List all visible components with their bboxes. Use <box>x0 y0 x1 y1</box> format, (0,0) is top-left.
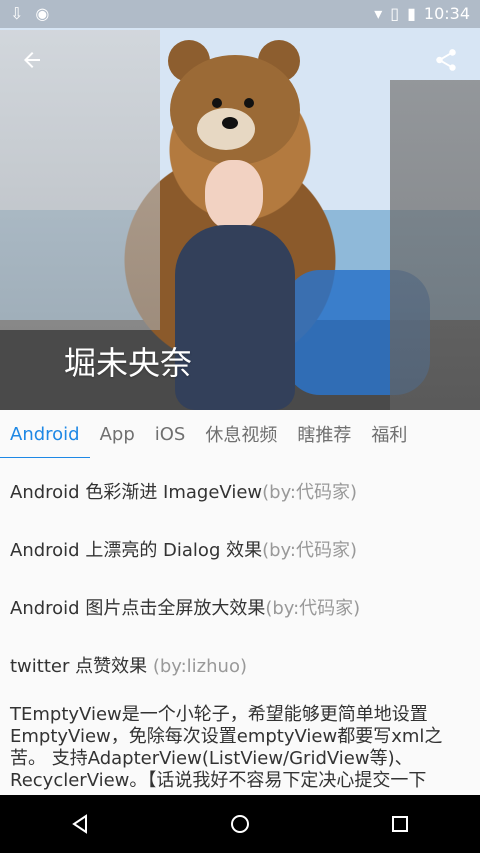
time: 10:34 <box>423 4 470 23</box>
list-item[interactable]: twitter 点赞效果 (by:lizhuo) <box>0 652 257 678</box>
no-sim-icon: ▯ <box>390 4 400 23</box>
list-item[interactable]: TEmptyView是一个小轮子，希望能够更简单地设置EmptyView，免除每… <box>0 704 480 792</box>
nav-home-button[interactable] <box>220 804 260 844</box>
share-icon <box>436 49 456 71</box>
tab-rest-video[interactable]: 休息视频 <box>195 410 287 458</box>
item-author: (by:lizhuo) <box>152 656 247 677</box>
bear-nose <box>222 117 238 129</box>
item-title: twitter 点赞效果 <box>10 656 153 677</box>
bear-muzzle <box>197 108 255 150</box>
item-title: Android 色彩渐进 ImageView <box>10 482 263 503</box>
recents-icon <box>392 816 408 832</box>
bear-eye-right <box>244 98 254 108</box>
battery-charging-icon: ▮ <box>407 4 416 23</box>
home-icon <box>231 815 249 833</box>
download-icon: ⇩ <box>10 4 24 23</box>
tab-recommend[interactable]: 瞎推荐 <box>287 410 361 458</box>
item-description: TEmptyView是一个小轮子，希望能够更简单地设置EmptyView，免除每… <box>10 704 443 791</box>
girl-body <box>175 225 295 410</box>
list-item[interactable]: Android 色彩渐进 ImageView(by:代码家) <box>0 478 367 504</box>
top-app-bar <box>0 28 480 92</box>
list-item[interactable]: Android 图片点击全屏放大效果(by:代码家) <box>0 594 370 620</box>
item-author: (by:代码家) <box>262 540 357 561</box>
item-author: (by:代码家) <box>262 482 358 503</box>
item-title: Android 上漂亮的 Dialog 效果 <box>10 540 263 561</box>
tab-app[interactable]: App <box>90 410 145 458</box>
status-bar: ⇩ ◉ ▾ ▯ ▮ 10:34 <box>0 0 480 28</box>
arrow-back-icon <box>24 52 40 68</box>
tab-bar: Android App iOS 休息视频 瞎推荐 福利 <box>0 410 480 459</box>
list-item[interactable]: Android 上漂亮的 Dialog 效果(by:代码家) <box>0 536 367 562</box>
article-list: Android 色彩渐进 ImageView(by:代码家) Android 上… <box>0 458 480 795</box>
tab-ios[interactable]: iOS <box>145 410 196 458</box>
nav-recents-button[interactable] <box>380 804 420 844</box>
android-icon: ◉ <box>35 4 50 23</box>
nav-back-button[interactable] <box>60 804 100 844</box>
back-icon <box>72 814 87 834</box>
navigation-bar <box>0 795 480 853</box>
wifi-icon: ▾ <box>374 4 383 23</box>
tab-android[interactable]: Android <box>0 410 90 459</box>
hero-title: 堀未央奈 <box>64 344 193 382</box>
item-author: (by:代码家) <box>265 598 361 619</box>
back-button[interactable] <box>8 36 56 84</box>
item-title: Android 图片点击全屏放大效果 <box>10 598 266 619</box>
girl-face <box>205 160 263 230</box>
bear-eye-left <box>212 98 222 108</box>
blue-tarp <box>285 270 430 395</box>
share-button[interactable] <box>422 36 470 84</box>
tab-welfare[interactable]: 福利 <box>361 410 417 458</box>
